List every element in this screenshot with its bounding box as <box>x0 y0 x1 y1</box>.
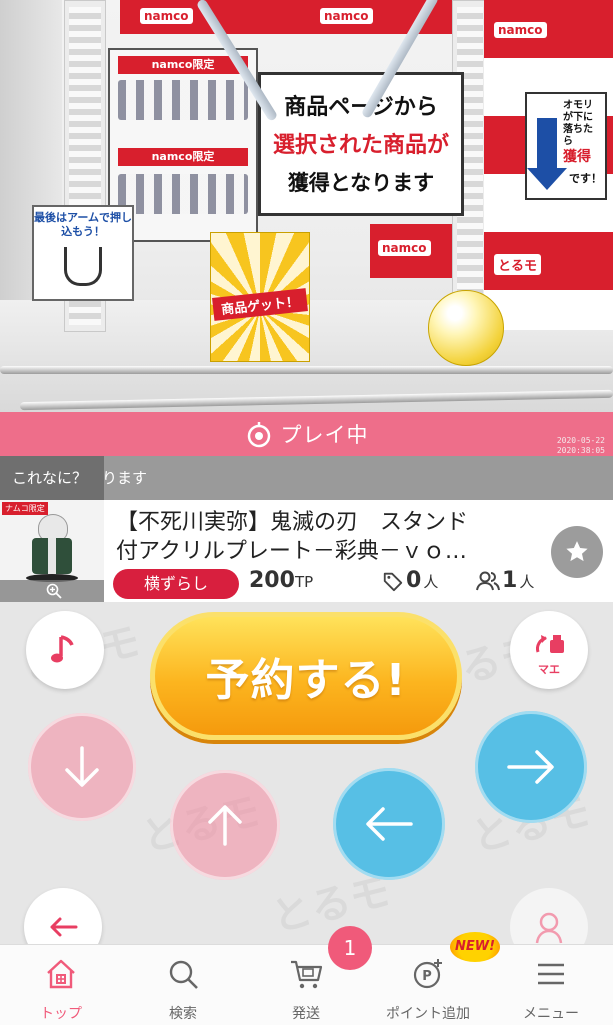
tag-count-unit: 人 <box>423 573 439 591</box>
namco-limited-label: namco限定 <box>118 148 248 166</box>
favorite-button[interactable] <box>551 526 603 578</box>
points-icon: P <box>413 959 442 989</box>
new-badge: NEW! <box>450 932 500 962</box>
rules-sign-line2: 選択された商品が <box>272 133 449 158</box>
machine-rail <box>0 366 613 374</box>
prize-capsule <box>428 290 504 366</box>
arrow-right-icon <box>507 750 554 784</box>
arrow-left-icon <box>366 807 413 841</box>
front-camera-label: マエ <box>538 663 560 676</box>
prize-figures-row <box>118 80 248 120</box>
weight-sign-suffix: です！ <box>569 172 602 185</box>
search-icon <box>169 960 198 989</box>
svg-text:P: P <box>422 969 432 984</box>
player-count-unit: 人 <box>519 573 535 591</box>
zoom-bar[interactable] <box>0 580 104 602</box>
comment-text: これなに？ ります <box>12 469 148 487</box>
playing-icon <box>245 420 273 448</box>
nav-menu[interactable]: メニュー <box>490 945 612 1025</box>
bottom-navigation: トップ 検索 発送 P ポイント追加 メニュー <box>0 944 613 1025</box>
cart-icon <box>291 960 323 989</box>
price-unit: TP <box>294 573 314 591</box>
move-forward-button[interactable] <box>170 770 280 880</box>
operator-icon <box>535 912 563 944</box>
namco-limited-label: namco限定 <box>118 56 248 74</box>
prize-figures-row <box>118 174 248 214</box>
move-right-button[interactable] <box>475 711 587 823</box>
prize-get-poster: 商品ゲット！ <box>210 232 310 362</box>
product-title-line1: 【不死川実弥】鬼滅の刃 スタンド <box>116 510 469 535</box>
product-title-line2: 付アクリルプレート－彩典－ｖｏ… <box>116 539 467 564</box>
rules-sign: 商品ページから 選択された商品が 獲得となります <box>258 72 464 216</box>
product-title[interactable]: 【不死川実弥】鬼滅の刃 スタンド 付アクリルプレート－彩典－ｖｏ… <box>116 508 536 566</box>
prize-get-text: 商品ゲット！ <box>212 288 308 321</box>
arrow-up-icon <box>208 805 242 846</box>
price-value: 200 <box>249 568 295 593</box>
weight-drop-sign: オモリが下に落ちたら 獲得 です！ <box>525 92 607 200</box>
namco-logo: namco <box>320 8 373 24</box>
move-back-button[interactable] <box>28 713 136 821</box>
nav-add-points-label: ポイント追加 <box>386 1006 470 1022</box>
torumo-logo: とるモ <box>494 254 542 275</box>
music-note-icon <box>51 635 74 663</box>
claw-icon <box>64 247 102 286</box>
camera-timestamp: 2020-05-22 2020:38:05 <box>556 436 605 456</box>
weight-sign-text: オモリが下に落ちたら <box>563 100 593 147</box>
namco-logo: namco <box>140 8 193 24</box>
live-camera-view: namco namco namco とるモ オモリが下に落ちたら 獲得 です！ … <box>0 0 613 412</box>
namco-logo: namco <box>494 22 547 38</box>
tag-icon <box>383 572 403 591</box>
reserve-button[interactable]: 予約する! <box>150 612 462 740</box>
rules-sign-line1: 商品ページから <box>284 95 438 120</box>
star-icon <box>566 541 588 562</box>
player-count-value: 1 <box>502 568 518 593</box>
push-in-sign: 最後はアームで押し込もう！ <box>32 205 134 301</box>
comment-ticker: これなに？ ります <box>0 456 613 500</box>
limited-badge: ナムコ限定 <box>2 502 48 515</box>
tag-count: 0人 <box>382 568 438 593</box>
arrow-down-icon <box>65 746 99 787</box>
product-thumbnail[interactable]: ナムコ限定 <box>0 500 104 602</box>
nav-top[interactable]: トップ <box>0 945 122 1025</box>
tag-count-value: 0 <box>406 568 422 593</box>
zoom-in-icon <box>46 583 62 599</box>
play-status-text: プレイ中 <box>280 423 369 447</box>
player-count: 1人 <box>476 568 534 593</box>
arrow-left-icon <box>50 917 78 937</box>
price: 200TP <box>249 568 313 593</box>
play-status-bar: プレイ中 <box>0 412 613 456</box>
nav-top-label: トップ <box>40 1006 82 1022</box>
menu-icon <box>538 963 564 985</box>
down-arrow-icon <box>527 118 567 190</box>
rules-sign-line3: 獲得となります <box>287 171 435 195</box>
push-in-sign-text: 最後はアームで押し込もう！ <box>34 211 133 239</box>
front-camera-button[interactable]: マエ <box>510 611 588 689</box>
game-type-badge: 横ずらし <box>113 569 239 599</box>
home-icon <box>47 959 75 989</box>
namco-panel: namco <box>370 224 452 278</box>
nav-search-label: 検索 <box>169 1006 197 1022</box>
users-icon <box>476 571 500 590</box>
figure-image <box>32 538 72 574</box>
sound-toggle-button[interactable] <box>26 611 104 689</box>
nav-shipping-label: 発送 <box>292 1006 320 1022</box>
reserve-button-label: 予約する! <box>205 655 407 706</box>
weight-sign-emphasis: 獲得 <box>563 149 591 165</box>
shipping-count-badge: 1 <box>328 926 372 970</box>
namco-logo: namco <box>378 240 431 256</box>
move-left-button[interactable] <box>333 768 445 880</box>
nav-menu-label: メニュー <box>523 1006 579 1022</box>
nav-search[interactable]: 検索 <box>122 945 244 1025</box>
